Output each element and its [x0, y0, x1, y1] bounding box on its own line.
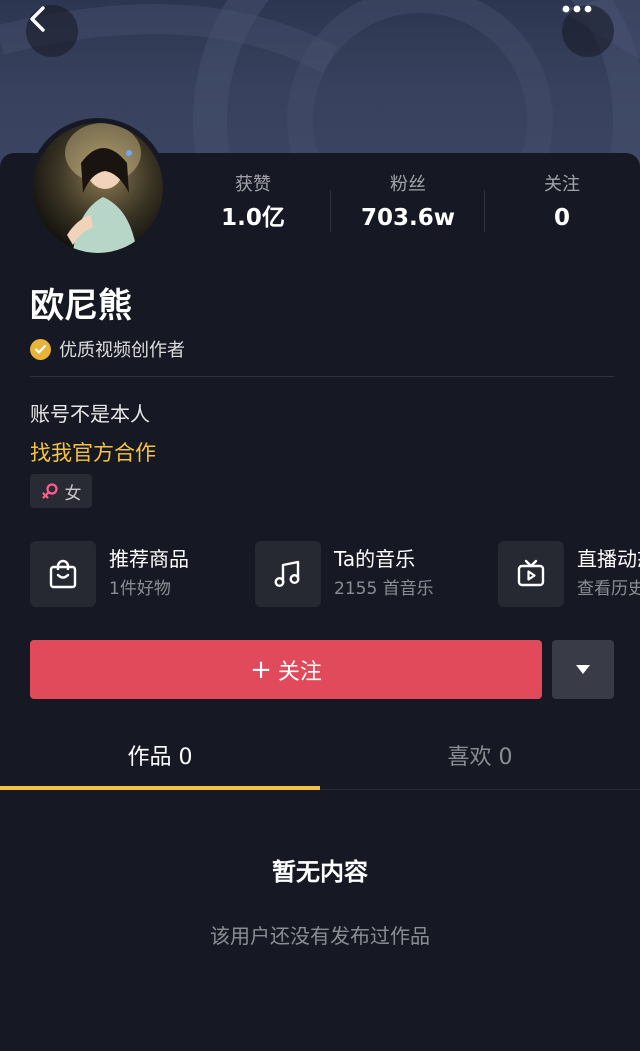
chevron-left-icon: [30, 6, 45, 32]
music-note-icon: [255, 541, 321, 607]
shopping-bag-icon: [30, 541, 96, 607]
bio-link[interactable]: 找我官方合作: [30, 436, 156, 470]
service-title: Ta的音乐: [334, 547, 416, 571]
follow-label: 关注: [277, 659, 322, 685]
tv-play-icon: [498, 541, 564, 607]
avatar-image: [33, 123, 163, 253]
stat-value: 703.6w: [361, 205, 455, 231]
divider: [30, 376, 614, 377]
service-music[interactable]: Ta的音乐 2155 首音乐: [255, 541, 434, 607]
stat-fans[interactable]: 粉丝 703.6w: [331, 170, 485, 236]
tab-active-indicator: [0, 786, 320, 790]
tab-works[interactable]: 作品 0: [0, 735, 320, 781]
service-title: 推荐商品: [109, 547, 189, 571]
ellipsis-icon: [562, 5, 592, 13]
back-button[interactable]: [26, 5, 78, 57]
follow-button[interactable]: + 关注: [30, 640, 542, 699]
bio-text: 账号不是本人: [30, 402, 150, 426]
stats-bar: 获赞 1.0亿 粉丝 703.6w 关注 0: [176, 170, 640, 240]
verified-badge-icon: [30, 338, 51, 360]
stat-likes[interactable]: 获赞 1.0亿: [176, 170, 330, 236]
certification-text: 优质视频创作者: [59, 340, 185, 361]
service-title: 直播动态: [577, 547, 640, 571]
avatar[interactable]: [28, 118, 168, 258]
gender-text: 女: [64, 483, 82, 504]
tab-likes[interactable]: 喜欢 0: [320, 735, 640, 781]
caret-down-icon: [576, 665, 590, 674]
stat-following[interactable]: 关注 0: [485, 170, 639, 236]
service-products[interactable]: 推荐商品 1件好物: [30, 541, 189, 607]
profile-page: 获赞 1.0亿 粉丝 703.6w 关注 0 欧尼熊 优质视频创作者 账号不是本…: [0, 0, 640, 1051]
stat-label: 粉丝: [390, 174, 426, 195]
plus-icon: +: [250, 654, 272, 685]
stat-value: 1.0亿: [221, 205, 285, 231]
gender-tag: 女: [30, 474, 92, 508]
service-subtitle: 查看历史: [577, 579, 640, 599]
female-icon: [41, 483, 58, 499]
empty-subtitle: 该用户还没有发布过作品: [210, 924, 430, 948]
certification: 优质视频创作者: [30, 334, 185, 364]
more-button[interactable]: [562, 5, 614, 57]
stat-label: 获赞: [235, 174, 271, 195]
empty-title: 暂无内容: [272, 858, 368, 886]
service-subtitle: 1件好物: [109, 579, 171, 599]
stat-value: 0: [553, 205, 570, 231]
recommend-dropdown-button[interactable]: [552, 640, 614, 699]
service-subtitle: 2155 首音乐: [334, 579, 434, 599]
profile-name: 欧尼熊: [30, 286, 132, 326]
stat-label: 关注: [544, 174, 580, 195]
service-live[interactable]: 直播动态 查看历史: [498, 541, 640, 607]
